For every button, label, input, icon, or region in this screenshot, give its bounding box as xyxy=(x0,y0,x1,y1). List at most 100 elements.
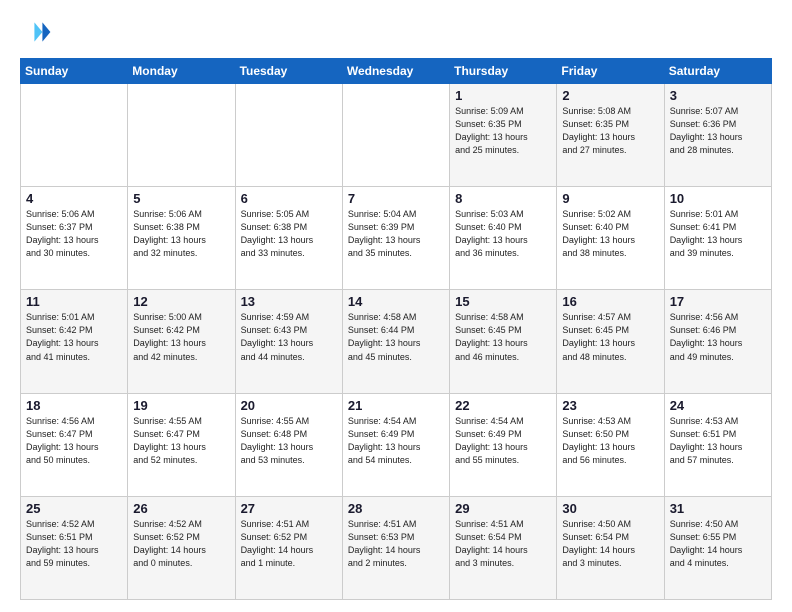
day-info: Sunrise: 5:04 AM Sunset: 6:39 PM Dayligh… xyxy=(348,208,444,260)
calendar-day-29: 29Sunrise: 4:51 AM Sunset: 6:54 PM Dayli… xyxy=(450,496,557,599)
calendar-day-1: 1 Sunrise: 5:09 AM Sunset: 6:35 PM Daylig… xyxy=(450,84,557,187)
day-info: Sunrise: 5:05 AM Sunset: 6:38 PM Dayligh… xyxy=(241,208,337,260)
day-number: 13 xyxy=(241,294,337,309)
calendar-day-8: 8Sunrise: 5:03 AM Sunset: 6:40 PM Daylig… xyxy=(450,187,557,290)
day-info: Sunrise: 4:51 AM Sunset: 6:52 PM Dayligh… xyxy=(241,518,337,570)
calendar-week-row: 25 Sunrise: 4:52 AM Sunset: 6:51 PM Dayli… xyxy=(21,496,772,599)
day-number: 26 xyxy=(133,501,229,516)
day-number: 18 xyxy=(26,398,122,413)
day-info: Sunrise: 4:56 AM Sunset: 6:47 PM Dayligh… xyxy=(26,415,122,467)
day-info: Sunrise: 4:50 AM Sunset: 6:54 PM Dayligh… xyxy=(562,518,658,570)
day-number: 27 xyxy=(241,501,337,516)
calendar-day-9: 9 Sunrise: 5:02 AM Sunset: 6:40 PM Daylig… xyxy=(557,187,664,290)
calendar-day-16: 16 Sunrise: 4:57 AM Sunset: 6:45 PM Dayli… xyxy=(557,290,664,393)
day-info: Sunrise: 4:53 AM Sunset: 6:51 PM Dayligh… xyxy=(670,415,766,467)
calendar-day-31: 31 Sunrise: 4:50 AM Sunset: 6:55 PM Dayli… xyxy=(664,496,771,599)
day-info: Sunrise: 4:59 AM Sunset: 6:43 PM Dayligh… xyxy=(241,311,337,363)
day-info: Sunrise: 5:09 AM Sunset: 6:35 PM Dayligh… xyxy=(455,105,551,157)
calendar-day-7: 7Sunrise: 5:04 AM Sunset: 6:39 PM Daylig… xyxy=(342,187,449,290)
day-info: Sunrise: 5:02 AM Sunset: 6:40 PM Dayligh… xyxy=(562,208,658,260)
calendar-day-21: 21 Sunrise: 4:54 AM Sunset: 6:49 PM Dayli… xyxy=(342,393,449,496)
day-info: Sunrise: 5:06 AM Sunset: 6:37 PM Dayligh… xyxy=(26,208,122,260)
weekday-header-row: SundayMondayTuesdayWednesdayThursdayFrid… xyxy=(21,59,772,84)
day-number: 9 xyxy=(562,191,658,206)
day-info: Sunrise: 5:07 AM Sunset: 6:36 PM Dayligh… xyxy=(670,105,766,157)
calendar-empty-cell xyxy=(342,84,449,187)
calendar-day-28: 28 Sunrise: 4:51 AM Sunset: 6:53 PM Dayli… xyxy=(342,496,449,599)
day-info: Sunrise: 4:55 AM Sunset: 6:47 PM Dayligh… xyxy=(133,415,229,467)
calendar-day-11: 11 Sunrise: 5:01 AM Sunset: 6:42 PM Dayli… xyxy=(21,290,128,393)
calendar-day-27: 27 Sunrise: 4:51 AM Sunset: 6:52 PM Dayli… xyxy=(235,496,342,599)
day-info: Sunrise: 4:51 AM Sunset: 6:54 PM Dayligh… xyxy=(455,518,551,570)
calendar-table: SundayMondayTuesdayWednesdayThursdayFrid… xyxy=(20,58,772,600)
day-number: 16 xyxy=(562,294,658,309)
calendar-day-24: 24Sunrise: 4:53 AM Sunset: 6:51 PM Dayli… xyxy=(664,393,771,496)
day-number: 2 xyxy=(562,88,658,103)
calendar-week-row: 18 Sunrise: 4:56 AM Sunset: 6:47 PM Dayli… xyxy=(21,393,772,496)
weekday-header-monday: Monday xyxy=(128,59,235,84)
calendar-day-23: 23Sunrise: 4:53 AM Sunset: 6:50 PM Dayli… xyxy=(557,393,664,496)
day-number: 19 xyxy=(133,398,229,413)
day-info: Sunrise: 4:51 AM Sunset: 6:53 PM Dayligh… xyxy=(348,518,444,570)
weekday-header-saturday: Saturday xyxy=(664,59,771,84)
day-number: 15 xyxy=(455,294,551,309)
day-number: 11 xyxy=(26,294,122,309)
calendar-day-12: 12 Sunrise: 5:00 AM Sunset: 6:42 PM Dayli… xyxy=(128,290,235,393)
day-info: Sunrise: 4:52 AM Sunset: 6:51 PM Dayligh… xyxy=(26,518,122,570)
calendar-day-13: 13 Sunrise: 4:59 AM Sunset: 6:43 PM Dayli… xyxy=(235,290,342,393)
calendar-day-20: 20Sunrise: 4:55 AM Sunset: 6:48 PM Dayli… xyxy=(235,393,342,496)
calendar-day-17: 17Sunrise: 4:56 AM Sunset: 6:46 PM Dayli… xyxy=(664,290,771,393)
calendar-day-3: 3 Sunrise: 5:07 AM Sunset: 6:36 PM Daylig… xyxy=(664,84,771,187)
day-info: Sunrise: 4:57 AM Sunset: 6:45 PM Dayligh… xyxy=(562,311,658,363)
calendar-day-10: 10 Sunrise: 5:01 AM Sunset: 6:41 PM Dayli… xyxy=(664,187,771,290)
logo xyxy=(20,16,56,48)
calendar-week-row: 4 Sunrise: 5:06 AM Sunset: 6:37 PM Daylig… xyxy=(21,187,772,290)
day-info: Sunrise: 4:54 AM Sunset: 6:49 PM Dayligh… xyxy=(348,415,444,467)
weekday-header-friday: Friday xyxy=(557,59,664,84)
calendar-day-22: 22 Sunrise: 4:54 AM Sunset: 6:49 PM Dayli… xyxy=(450,393,557,496)
calendar-day-5: 5 Sunrise: 5:06 AM Sunset: 6:38 PM Daylig… xyxy=(128,187,235,290)
weekday-header-tuesday: Tuesday xyxy=(235,59,342,84)
weekday-header-wednesday: Wednesday xyxy=(342,59,449,84)
day-number: 22 xyxy=(455,398,551,413)
day-info: Sunrise: 5:00 AM Sunset: 6:42 PM Dayligh… xyxy=(133,311,229,363)
day-info: Sunrise: 5:01 AM Sunset: 6:41 PM Dayligh… xyxy=(670,208,766,260)
calendar-week-row: 11 Sunrise: 5:01 AM Sunset: 6:42 PM Dayli… xyxy=(21,290,772,393)
calendar-day-15: 15Sunrise: 4:58 AM Sunset: 6:45 PM Dayli… xyxy=(450,290,557,393)
logo-icon xyxy=(20,16,52,48)
day-info: Sunrise: 5:08 AM Sunset: 6:35 PM Dayligh… xyxy=(562,105,658,157)
day-number: 21 xyxy=(348,398,444,413)
weekday-header-sunday: Sunday xyxy=(21,59,128,84)
day-number: 14 xyxy=(348,294,444,309)
calendar-day-18: 18 Sunrise: 4:56 AM Sunset: 6:47 PM Dayli… xyxy=(21,393,128,496)
calendar-day-26: 26 Sunrise: 4:52 AM Sunset: 6:52 PM Dayli… xyxy=(128,496,235,599)
calendar-day-4: 4 Sunrise: 5:06 AM Sunset: 6:37 PM Daylig… xyxy=(21,187,128,290)
calendar-day-2: 2 Sunrise: 5:08 AM Sunset: 6:35 PM Daylig… xyxy=(557,84,664,187)
day-number: 25 xyxy=(26,501,122,516)
day-number: 5 xyxy=(133,191,229,206)
day-number: 1 xyxy=(455,88,551,103)
calendar-day-30: 30Sunrise: 4:50 AM Sunset: 6:54 PM Dayli… xyxy=(557,496,664,599)
day-info: Sunrise: 5:01 AM Sunset: 6:42 PM Dayligh… xyxy=(26,311,122,363)
calendar-empty-cell xyxy=(235,84,342,187)
day-number: 4 xyxy=(26,191,122,206)
calendar-day-19: 19 Sunrise: 4:55 AM Sunset: 6:47 PM Dayli… xyxy=(128,393,235,496)
day-number: 23 xyxy=(562,398,658,413)
day-number: 17 xyxy=(670,294,766,309)
day-info: Sunrise: 4:52 AM Sunset: 6:52 PM Dayligh… xyxy=(133,518,229,570)
calendar-day-6: 6 Sunrise: 5:05 AM Sunset: 6:38 PM Daylig… xyxy=(235,187,342,290)
day-number: 6 xyxy=(241,191,337,206)
day-number: 3 xyxy=(670,88,766,103)
day-info: Sunrise: 4:55 AM Sunset: 6:48 PM Dayligh… xyxy=(241,415,337,467)
calendar-day-25: 25 Sunrise: 4:52 AM Sunset: 6:51 PM Dayli… xyxy=(21,496,128,599)
day-number: 10 xyxy=(670,191,766,206)
day-number: 12 xyxy=(133,294,229,309)
header xyxy=(20,16,772,48)
day-info: Sunrise: 5:06 AM Sunset: 6:38 PM Dayligh… xyxy=(133,208,229,260)
calendar-empty-cell xyxy=(21,84,128,187)
day-number: 31 xyxy=(670,501,766,516)
day-info: Sunrise: 4:50 AM Sunset: 6:55 PM Dayligh… xyxy=(670,518,766,570)
day-info: Sunrise: 4:58 AM Sunset: 6:44 PM Dayligh… xyxy=(348,311,444,363)
day-info: Sunrise: 4:54 AM Sunset: 6:49 PM Dayligh… xyxy=(455,415,551,467)
day-number: 28 xyxy=(348,501,444,516)
